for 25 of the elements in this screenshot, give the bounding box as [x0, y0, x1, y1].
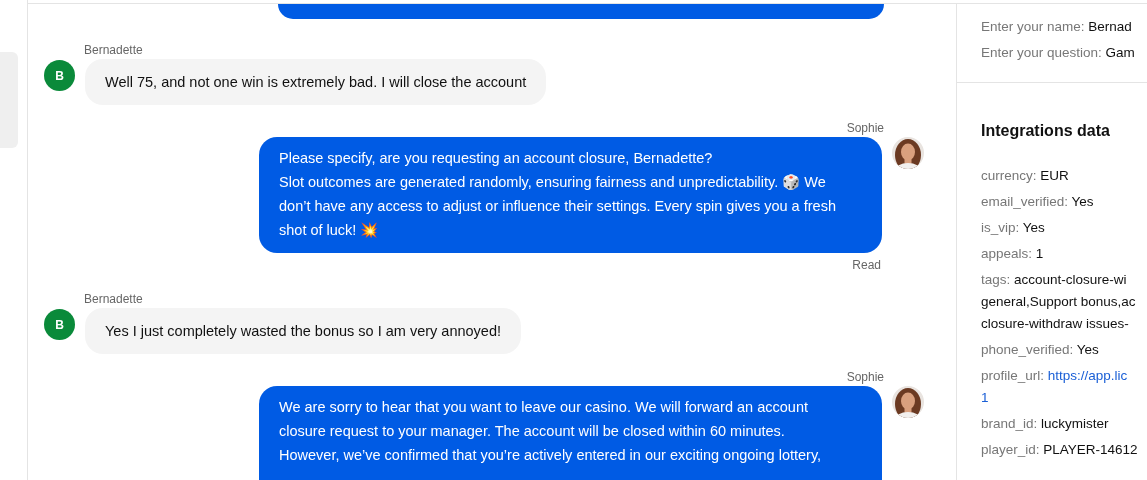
detail-row-text: email_verified: Yes [981, 193, 1095, 211]
detail-row-text: Enter your name: Bernad [981, 18, 1133, 36]
message-bubble: We are sorry to hear that you want to leave our casino. We will forward an account closure request to your manager. The account will be closed within 60 minutes. However, we’ve confirmed that you’re actively entered in our exciting ongoing lottery, [259, 386, 882, 480]
avatar: B [44, 60, 75, 91]
avatar: B [44, 309, 75, 340]
detail-row-text: Enter your question: Gam [981, 44, 1136, 62]
detail-row-text: phone_verified: Yes [981, 341, 1100, 359]
detail-row-text: currency: EUR [981, 167, 1070, 185]
message-bubble: Please specify, are you requesting an account closure, Bernadette? Slot outcomes are generated randomly, ensuring fairness and unpredictability. 🎲 We don’t have any access to adjust or influence their settings. Every spin gives you a fresh shot of luck! 💥 [259, 137, 882, 253]
sender-name: Sophie [846, 120, 884, 137]
detail-row-text: tags: account-closure-wi general,Support bonus,ac closure-withdraw issues- [981, 271, 1137, 333]
avatar [892, 137, 924, 169]
detail-row-text: profile_url: https://app.lic 1 [981, 367, 1129, 407]
sender-name: Sophie [846, 369, 884, 386]
detail-row-text: player_id: PLAYER-14612 [981, 441, 1139, 459]
detail-row-text: appeals: 1 [981, 245, 1045, 263]
detail-row-text: is_vip: Yes [981, 219, 1046, 237]
section-title: Integrations data [981, 121, 1110, 141]
sender-name: Bernadette [84, 291, 143, 308]
avatar [892, 386, 924, 418]
sender-name: Bernadette [84, 42, 143, 59]
message-bubble: Yes I just completely wasted the bonus so I am very annoyed! [85, 308, 522, 354]
detail-row-text: brand_id: luckymister [981, 415, 1110, 433]
message-bubble: Well 75, and not one win is extremely bad. I will close the account [85, 59, 547, 105]
read-status: Read [852, 257, 881, 274]
